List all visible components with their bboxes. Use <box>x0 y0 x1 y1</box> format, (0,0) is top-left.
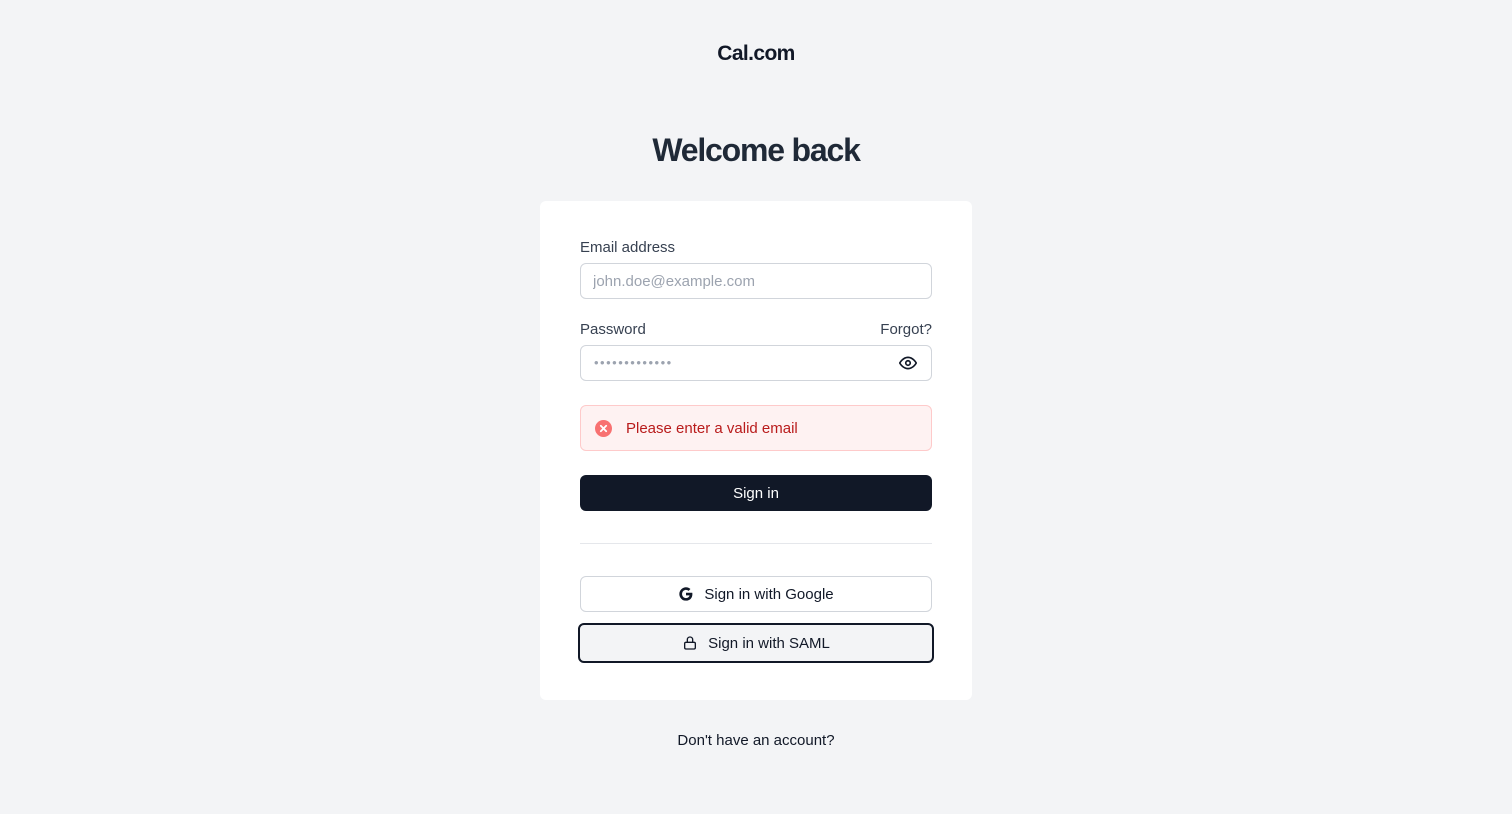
x-circle-icon <box>595 419 612 437</box>
sign-in-saml-button[interactable]: Sign in with SAML <box>578 623 934 663</box>
google-icon <box>678 586 694 602</box>
lock-icon <box>682 635 698 651</box>
sign-in-google-button[interactable]: Sign in with Google <box>580 576 932 612</box>
email-field[interactable] <box>580 263 932 299</box>
brand-logo: Cal.com <box>717 42 795 65</box>
eye-icon[interactable] <box>898 353 918 373</box>
login-page: Cal.com Welcome back Email address Passw… <box>0 0 1512 814</box>
error-message: Please enter a valid email <box>626 419 798 437</box>
email-label: Email address <box>580 239 676 256</box>
login-card: Email address Password Forgot? •••••••••… <box>540 201 972 700</box>
page-title: Welcome back <box>652 132 861 168</box>
sign-in-button[interactable]: Sign in <box>580 475 932 511</box>
password-label: Password <box>580 321 646 338</box>
google-button-label: Sign in with Google <box>704 585 834 603</box>
divider <box>580 543 932 544</box>
signup-link[interactable]: Don't have an account? <box>0 732 1512 749</box>
password-masked-value: ••••••••••••• <box>594 355 673 370</box>
error-alert: Please enter a valid email <box>580 405 932 451</box>
saml-button-label: Sign in with SAML <box>708 634 830 652</box>
forgot-password-link[interactable]: Forgot? <box>880 321 932 338</box>
